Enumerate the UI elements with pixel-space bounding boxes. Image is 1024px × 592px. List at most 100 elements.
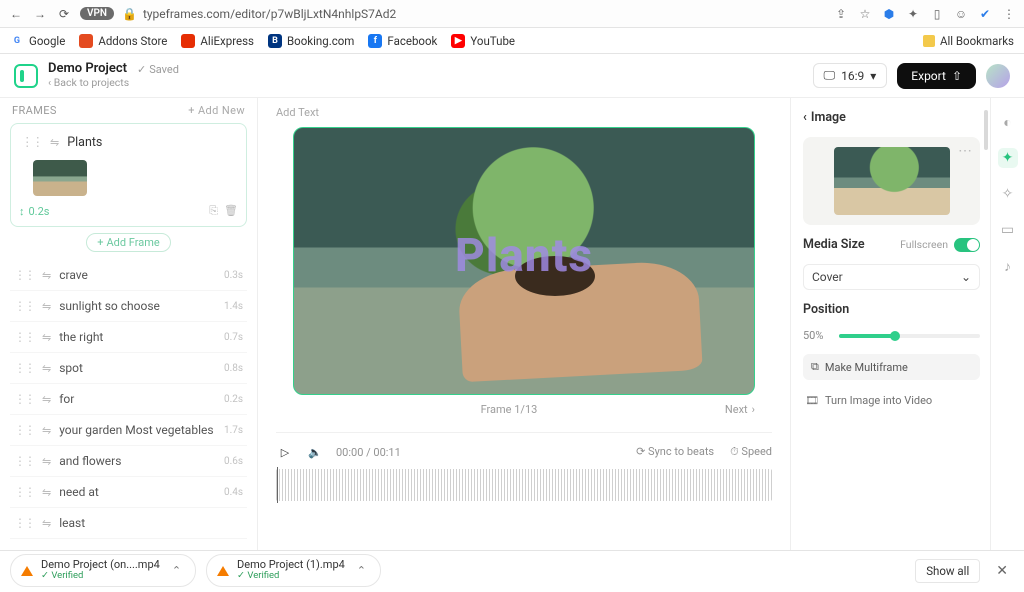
preview-canvas[interactable]: Plants — [293, 127, 755, 395]
playhead[interactable] — [277, 467, 278, 503]
drag-handle-icon[interactable]: ⋮⋮ — [14, 361, 34, 375]
frame-list-item[interactable]: ⋮⋮⇋your garden Most vegetables1.7s — [10, 415, 247, 446]
link-icon: ⇋ — [42, 517, 51, 530]
frame-list-item[interactable]: ⋮⋮⇋the right0.7s — [10, 322, 247, 353]
export-label: Export — [911, 69, 946, 83]
bookmark-item[interactable]: AliExpress — [181, 34, 254, 48]
frame-list-item[interactable]: ⋮⋮⇋crave0.3s — [10, 260, 247, 291]
extensions-icon[interactable]: ✦ — [906, 7, 920, 21]
drag-handle-icon[interactable]: ⋮⋮ — [14, 330, 34, 344]
audio-waveform[interactable] — [276, 469, 772, 501]
frame-thumbnail[interactable] — [33, 160, 87, 196]
star-icon[interactable]: ☆ — [858, 7, 872, 21]
frame-text: for — [59, 392, 74, 406]
bookmark-item[interactable]: ▶YouTube — [451, 34, 515, 48]
position-slider[interactable] — [839, 334, 980, 338]
frames-heading: FRAMES — [12, 104, 57, 117]
share-icon[interactable]: ⇪ — [834, 7, 848, 21]
speed-button[interactable]: ⏱ Speed — [730, 445, 772, 459]
add-frame-button[interactable]: + Add Frame — [86, 233, 170, 252]
back-to-image-button[interactable]: ‹ Image — [803, 110, 980, 125]
bookmark-item[interactable]: Addons Store — [79, 34, 167, 48]
address-bar[interactable]: 🔒 typeframes.com/editor/p7wBljLxtN4nhlpS… — [122, 7, 826, 21]
fullscreen-toggle[interactable] — [954, 238, 980, 252]
vlc-icon — [21, 566, 33, 576]
app-logo[interactable] — [14, 64, 38, 88]
all-bookmarks-label: All Bookmarks — [940, 34, 1014, 48]
frame-list-item[interactable]: ⋮⋮⇋and flowers0.6s — [10, 446, 247, 477]
turn-into-video-button[interactable]: 🎞 Turn Image into Video — [803, 392, 980, 409]
bookmark-item[interactable]: BBooking.com — [268, 34, 354, 48]
add-text-button[interactable]: Add Text — [276, 106, 319, 119]
frame-list-item[interactable]: ⋮⋮⇋spot0.8s — [10, 353, 247, 384]
scrollbar-thumb[interactable] — [984, 110, 988, 150]
frame-duration: 0.7s — [224, 332, 243, 343]
drag-handle-icon[interactable]: ⋮⋮ — [14, 423, 34, 437]
shield-icon[interactable]: ⬢ — [882, 7, 896, 21]
rail-aspect-icon[interactable]: ▭ — [998, 220, 1018, 240]
frame-list-item[interactable]: ⋮⋮⇋need at0.4s — [10, 477, 247, 508]
frame-list-item[interactable]: ⋮⋮⇋for0.2s — [10, 384, 247, 415]
frame-text: least — [59, 516, 85, 530]
play-button[interactable]: ▷ — [276, 443, 294, 461]
make-multiframe-button[interactable]: ⧉ Make Multiframe — [803, 354, 980, 380]
bookmark-label: Google — [29, 34, 65, 48]
nav-back-icon[interactable]: ← — [8, 6, 24, 22]
rail-music-icon[interactable]: ♪ — [998, 256, 1018, 276]
all-bookmarks-button[interactable]: All Bookmarks — [923, 34, 1014, 48]
link-icon: ⇋ — [42, 331, 51, 344]
drag-handle-icon[interactable]: ⋮⋮ — [14, 299, 34, 313]
profile-icon[interactable]: ☺ — [954, 7, 968, 21]
download-chip[interactable]: Demo Project (1).mp4✓ Verified⌃ — [206, 554, 381, 587]
export-button[interactable]: Export ⇧ — [897, 63, 976, 89]
rail-globe-icon[interactable]: ◐ — [998, 112, 1018, 132]
rail-image-icon[interactable]: ✦ — [998, 148, 1018, 168]
copy-frame-icon[interactable]: ⎘ — [209, 204, 218, 218]
image-thumbnail[interactable] — [834, 147, 950, 215]
bookmark-favicon: B — [268, 34, 282, 48]
chevron-down-icon: ▾ — [870, 69, 876, 83]
frame-list-item[interactable]: ⋮⋮ ⇋ least — [10, 508, 247, 539]
user-avatar[interactable] — [986, 64, 1010, 88]
sync-to-beats-button[interactable]: ⟳ Sync to beats — [636, 445, 714, 459]
rail-effects-icon[interactable]: ✧ — [998, 184, 1018, 204]
next-frame-button[interactable]: Next › — [725, 403, 755, 416]
url-text: typeframes.com/editor/p7wBljLxtN4nhlpS7A… — [143, 7, 396, 21]
back-to-projects-link[interactable]: ‹ Back to projects — [48, 77, 179, 90]
frame-text: and flowers — [59, 454, 121, 468]
bookmark-label: Addons Store — [98, 34, 167, 48]
drag-handle-icon[interactable]: ⋮⋮ — [14, 392, 34, 406]
show-all-downloads-button[interactable]: Show all — [915, 559, 980, 583]
drag-handle-icon[interactable]: ⋮⋮ — [21, 134, 42, 150]
nav-forward-icon[interactable]: → — [32, 6, 48, 22]
download-menu-icon[interactable]: ⌃ — [353, 564, 370, 577]
bookmark-item[interactable]: GGoogle — [10, 34, 65, 48]
nav-reload-icon[interactable]: ⟳ — [56, 6, 72, 22]
active-frame-card[interactable]: ⋮⋮ ⇋ Plants ▦ ↕ 0.2s ⎘ 🗑 — [10, 123, 247, 227]
drag-handle-icon[interactable]: ⋮⋮ — [14, 454, 34, 468]
mute-button[interactable]: 🔈 — [306, 443, 324, 461]
add-new-frame-button[interactable]: + Add New — [188, 104, 245, 117]
fit-mode-value: Cover — [812, 270, 843, 284]
frame-list-item[interactable]: ⋮⋮⇋sunlight so choose1.4s — [10, 291, 247, 322]
download-menu-icon[interactable]: ⌃ — [168, 564, 185, 577]
frame-text: crave — [59, 268, 88, 282]
frame-duration[interactable]: ↕ 0.2s — [19, 205, 49, 218]
security-icon[interactable]: ✔ — [978, 7, 992, 21]
drag-handle-icon[interactable]: ⋮⋮ — [14, 485, 34, 499]
link-icon: ⇋ — [42, 486, 51, 499]
aspect-ratio-label: 16:9 — [841, 69, 864, 83]
kebab-menu-icon[interactable]: ⋮ — [1002, 7, 1016, 21]
drag-handle-icon[interactable]: ⋮⋮ — [14, 268, 34, 282]
download-chip[interactable]: Demo Project (on....mp4✓ Verified⌃ — [10, 554, 196, 587]
aspect-ratio-button[interactable]: 🖵 16:9 ▾ — [813, 63, 888, 88]
fit-mode-select[interactable]: Cover ⌄ — [803, 264, 980, 290]
drag-handle-icon[interactable]: ⋮⋮ — [14, 516, 34, 530]
bookmark-item[interactable]: fFacebook — [368, 34, 437, 48]
bookmark-favicon: ▶ — [451, 34, 465, 48]
close-downloads-button[interactable]: ✕ — [990, 563, 1014, 579]
vpn-badge[interactable]: VPN — [80, 7, 114, 20]
delete-frame-icon[interactable]: 🗑 — [224, 204, 238, 218]
preview-menu-icon[interactable]: ⋯ — [958, 143, 972, 159]
side-panel-icon[interactable]: ▯ — [930, 7, 944, 21]
